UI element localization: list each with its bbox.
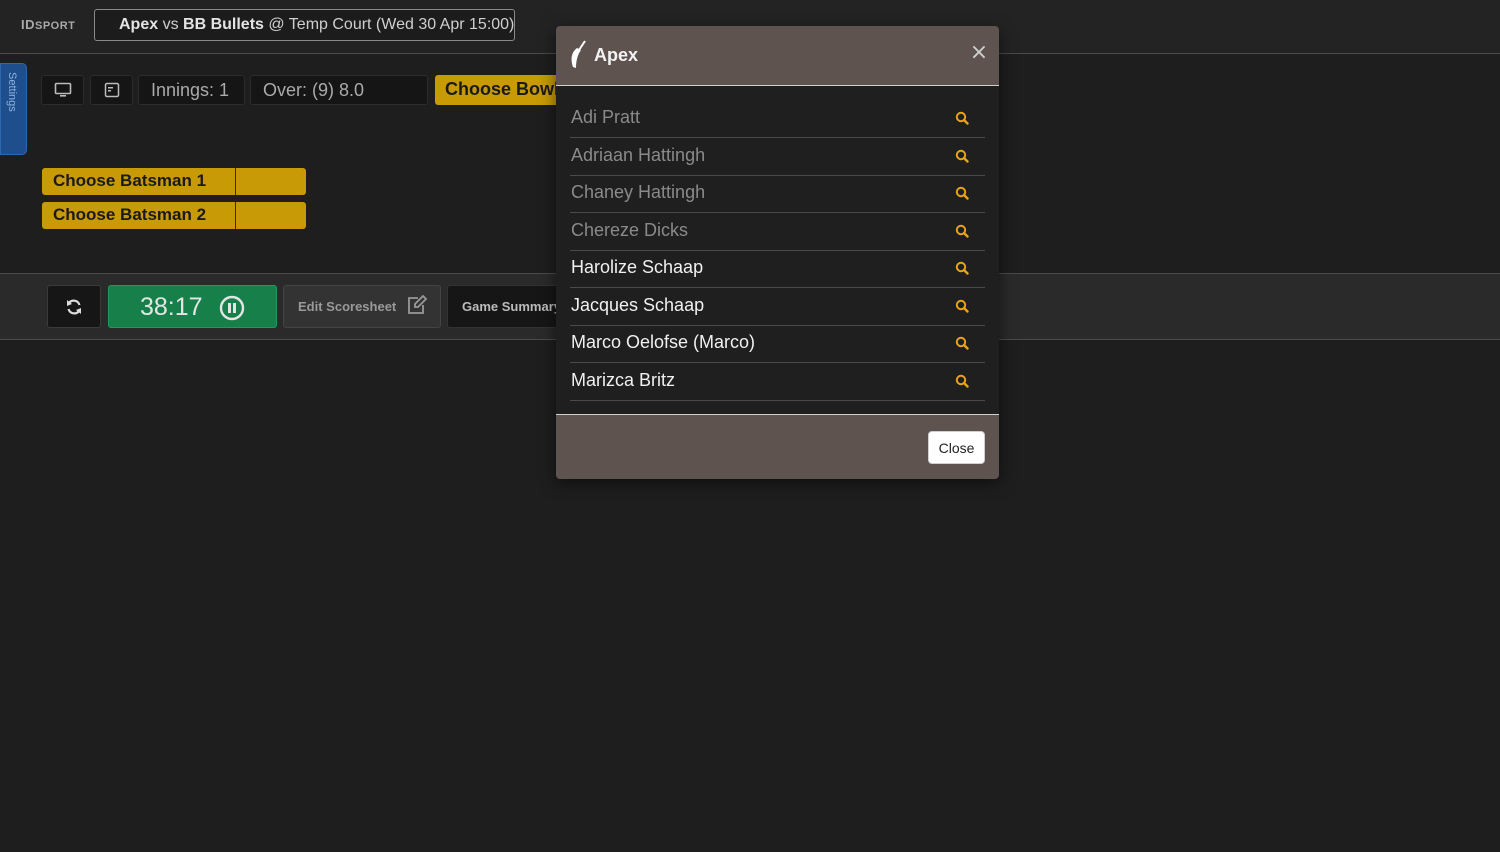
- player-name: Adi Pratt: [571, 107, 641, 127]
- player-name: Chereze Dicks: [571, 219, 689, 240]
- batsman-divider: [235, 202, 236, 229]
- over-text: Over: (9) 8.0: [263, 80, 365, 100]
- settings-side-tab[interactable]: Settings: [0, 63, 27, 155]
- innings-text: Innings: 1: [151, 80, 230, 100]
- player-row[interactable]: Marco Oelofse (Marco): [570, 326, 985, 363]
- search-icon[interactable]: [955, 374, 969, 388]
- scoreboard-button[interactable]: [90, 75, 133, 105]
- search-icon[interactable]: [955, 261, 969, 275]
- search-icon[interactable]: [955, 111, 969, 125]
- idsport-logo[interactable]: IDSPORT: [21, 17, 75, 32]
- over-indicator: Over: (9) 8.0: [250, 75, 428, 105]
- player-row[interactable]: Chereze Dicks: [570, 213, 985, 251]
- game-summary-label: Game Summary: [462, 299, 561, 314]
- display-button[interactable]: [41, 75, 84, 105]
- settings-tab-label: Settings: [6, 72, 18, 112]
- refresh-button[interactable]: [47, 285, 101, 328]
- edit-icon: [408, 295, 428, 314]
- vs-text: vs: [162, 16, 179, 33]
- player-name: Jacques Schaap: [571, 294, 705, 315]
- game-summary-button[interactable]: Game Summary: [447, 285, 567, 328]
- cricket-bat-icon: [571, 40, 586, 68]
- search-icon[interactable]: [955, 224, 969, 238]
- logo-small-text: SPORT: [35, 20, 76, 32]
- game-timer[interactable]: 38:17: [108, 285, 277, 328]
- logo-main-text: ID: [21, 17, 35, 32]
- choose-batsman-1-button[interactable]: Choose Batsman 1: [42, 168, 306, 195]
- close-button[interactable]: Close: [928, 431, 985, 464]
- modal-header: Apex ×: [556, 26, 999, 86]
- player-row[interactable]: Harolize Schaap: [570, 251, 985, 288]
- search-icon[interactable]: [955, 299, 969, 313]
- search-icon[interactable]: [955, 186, 969, 200]
- close-icon[interactable]: ×: [968, 42, 990, 64]
- batsman-divider: [235, 168, 236, 195]
- player-row[interactable]: Adi Pratt: [570, 86, 985, 138]
- choose-batsman-2-button[interactable]: Choose Batsman 2: [42, 202, 306, 229]
- modal-title: Apex: [594, 45, 639, 65]
- player-name: Marco Oelofse (Marco): [571, 332, 756, 352]
- batsman-1-label: Choose Batsman 1: [53, 171, 207, 190]
- player-name: Harolize Schaap: [571, 257, 704, 277]
- team-player-modal: Apex × Adi Pratt Adriaan Hattingh Chaney H…: [556, 26, 999, 479]
- player-name: Marizca Britz: [571, 369, 676, 390]
- list-box-icon: [104, 82, 119, 98]
- choose-bowler-button[interactable]: Choose Bowler: [435, 75, 565, 105]
- search-icon[interactable]: [955, 149, 969, 163]
- away-team-name: BB Bullets: [183, 16, 264, 33]
- edit-scoresheet-label: Edit Scoresheet: [298, 299, 397, 314]
- player-row[interactable]: Chaney Hattingh: [570, 176, 985, 213]
- match-title[interactable]: Apex vs BB Bullets @ Temp Court (Wed 30 …: [94, 9, 515, 41]
- home-team-name: Apex: [119, 16, 159, 33]
- monitor-icon: [54, 82, 71, 97]
- timer-value: 38:17: [140, 293, 203, 321]
- innings-indicator: Innings: 1: [138, 75, 245, 105]
- edit-scoresheet-button[interactable]: Edit Scoresheet: [283, 285, 441, 328]
- modal-footer: Close: [556, 414, 999, 479]
- choose-bowler-label: Choose Bowler: [445, 79, 565, 99]
- search-icon[interactable]: [955, 336, 969, 350]
- player-list: Adi Pratt Adriaan Hattingh Chaney Hattingh…: [570, 86, 985, 401]
- player-row[interactable]: Jacques Schaap: [570, 288, 985, 326]
- batsman-2-label: Choose Batsman 2: [53, 205, 207, 224]
- player-name: Adriaan Hattingh: [571, 144, 706, 165]
- pause-icon[interactable]: [219, 295, 245, 321]
- player-row[interactable]: Adriaan Hattingh: [570, 138, 985, 176]
- player-row[interactable]: Marizca Britz: [570, 363, 985, 401]
- refresh-icon: [67, 299, 81, 314]
- venue-text: @ Temp Court (Wed 30 Apr 15:00): [268, 16, 515, 33]
- close-button-label: Close: [938, 439, 975, 456]
- player-name: Chaney Hattingh: [571, 182, 706, 202]
